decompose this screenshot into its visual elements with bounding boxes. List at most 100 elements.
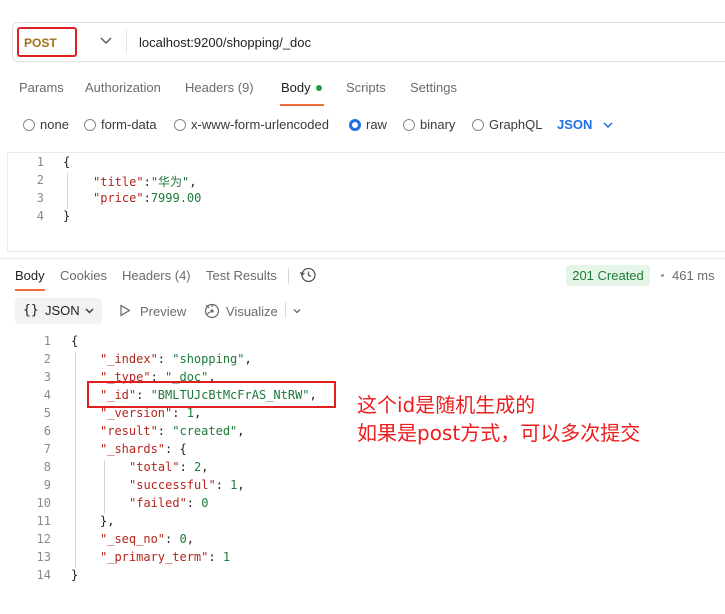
tab-authorization[interactable]: Authorization	[85, 80, 161, 95]
json-key: "price"	[93, 191, 144, 205]
code-line: "_version": 1,	[100, 406, 201, 420]
tab-params[interactable]: Params	[19, 80, 64, 95]
tab-headers[interactable]: Headers (9)	[185, 80, 254, 95]
response-tab-test-results[interactable]: Test Results	[206, 268, 277, 283]
json-value: 0	[179, 532, 187, 546]
json-key: "_shards"	[100, 442, 166, 456]
code-line: "total": 2,	[129, 460, 209, 474]
active-tab-indicator	[15, 289, 45, 291]
radio-label-form-data: form-data	[101, 117, 157, 132]
visualize-icon[interactable]	[203, 302, 221, 319]
body-format-select[interactable]: JSON	[557, 117, 592, 132]
line-number: 4	[36, 209, 44, 223]
chevron-down-icon[interactable]	[291, 305, 303, 317]
radio-label-graphql: GraphQL	[489, 117, 543, 132]
code-line: "title":"华为",	[93, 173, 197, 190]
annotation-line-2: 如果是post方式，可以多次提交	[357, 421, 641, 445]
json-colon: :	[143, 191, 151, 205]
body-modified-dot	[316, 85, 322, 91]
tab-settings[interactable]: Settings	[410, 80, 457, 95]
response-tab-body[interactable]: Body	[15, 268, 45, 283]
json-key: "_index"	[100, 352, 158, 366]
history-icon[interactable]	[299, 266, 317, 284]
json-key: "total"	[129, 460, 180, 474]
line-number: 6	[43, 424, 51, 438]
method-select[interactable]: POST	[24, 36, 57, 50]
line-number: 11	[36, 514, 51, 528]
divider	[288, 268, 289, 284]
url-input[interactable]: localhost:9200/shopping/_doc	[139, 35, 311, 50]
code-line: "_seq_no": 0,	[100, 532, 194, 546]
active-tab-indicator	[280, 104, 324, 106]
braces-icon: {}	[23, 303, 39, 318]
visualize-button[interactable]: Visualize	[226, 304, 278, 319]
json-comma: ,	[201, 460, 209, 474]
line-number: 1	[36, 155, 44, 169]
json-value: "华为"	[150, 175, 190, 189]
radio-raw[interactable]	[349, 119, 361, 131]
tab-scripts[interactable]: Scripts	[346, 80, 386, 95]
indent-guide	[67, 173, 68, 209]
radio-binary[interactable]	[403, 119, 415, 131]
response-format-select[interactable]: {} JSON	[15, 298, 102, 324]
chevron-down-icon[interactable]	[98, 32, 114, 50]
response-time[interactable]: 461 ms	[672, 268, 715, 283]
line-number: 7	[43, 442, 51, 456]
code-line: {	[63, 155, 71, 169]
line-number: 5	[43, 406, 51, 420]
json-comma: ,	[244, 352, 252, 366]
json-colon: :	[165, 532, 180, 546]
tab-body[interactable]: Body	[281, 80, 311, 95]
radio-label-binary: binary	[420, 117, 456, 132]
line-number: 10	[36, 496, 51, 510]
json-colon: :	[172, 406, 187, 420]
json-value: "shopping"	[172, 352, 245, 366]
line-number: 1	[43, 334, 51, 348]
chevron-down-icon[interactable]	[601, 118, 615, 132]
code-line: "successful": 1,	[129, 478, 245, 492]
preview-button[interactable]: Preview	[140, 304, 186, 319]
radio-none[interactable]	[23, 119, 35, 131]
response-tab-headers[interactable]: Headers (4)	[122, 268, 191, 283]
json-value: 1	[222, 550, 231, 564]
json-value: 7999.00	[150, 191, 202, 205]
json-comma: ,	[193, 406, 202, 420]
line-number: 3	[43, 370, 51, 384]
json-colon: :	[157, 352, 173, 366]
radio-urlencoded[interactable]	[174, 119, 186, 131]
code-line: },	[100, 514, 115, 528]
indent-guide	[75, 352, 76, 568]
json-colon: :	[179, 460, 195, 474]
radio-label-none: none	[40, 117, 69, 132]
code-line: "result": "created",	[100, 424, 245, 438]
json-key: "_seq_no"	[100, 532, 166, 546]
json-key: "title"	[93, 175, 144, 189]
line-number: 14	[36, 568, 51, 582]
id-highlight-box	[87, 381, 336, 408]
url-divider	[126, 30, 127, 54]
json-colon: :	[215, 478, 231, 492]
json-comma: ,	[237, 478, 245, 492]
code-line: "failed": 0	[129, 496, 208, 510]
json-value: "created"	[172, 424, 238, 438]
request-url-bar: POST localhost:9200/shopping/_doc	[12, 22, 725, 62]
line-number: 13	[36, 550, 51, 564]
code-line: }	[71, 568, 79, 582]
json-colon: :	[143, 175, 151, 189]
play-icon[interactable]	[119, 304, 131, 317]
radio-label-urlencoded: x-www-form-urlencoded	[191, 117, 329, 132]
json-colon: :	[165, 442, 180, 456]
json-value: 0	[201, 496, 209, 510]
line-number: 8	[43, 460, 51, 474]
panel-separator	[0, 258, 725, 259]
code-line: "_primary_term": 1	[100, 550, 230, 564]
code-line: "_index": "shopping",	[100, 352, 252, 366]
radio-graphql[interactable]	[472, 119, 484, 131]
status-badge[interactable]: 201 Created	[566, 265, 650, 286]
response-tab-cookies[interactable]: Cookies	[60, 268, 107, 283]
radio-form-data[interactable]	[84, 119, 96, 131]
json-colon: :	[186, 496, 202, 510]
divider	[285, 302, 286, 318]
json-key: "successful"	[129, 478, 216, 492]
json-key: "failed"	[129, 496, 187, 510]
